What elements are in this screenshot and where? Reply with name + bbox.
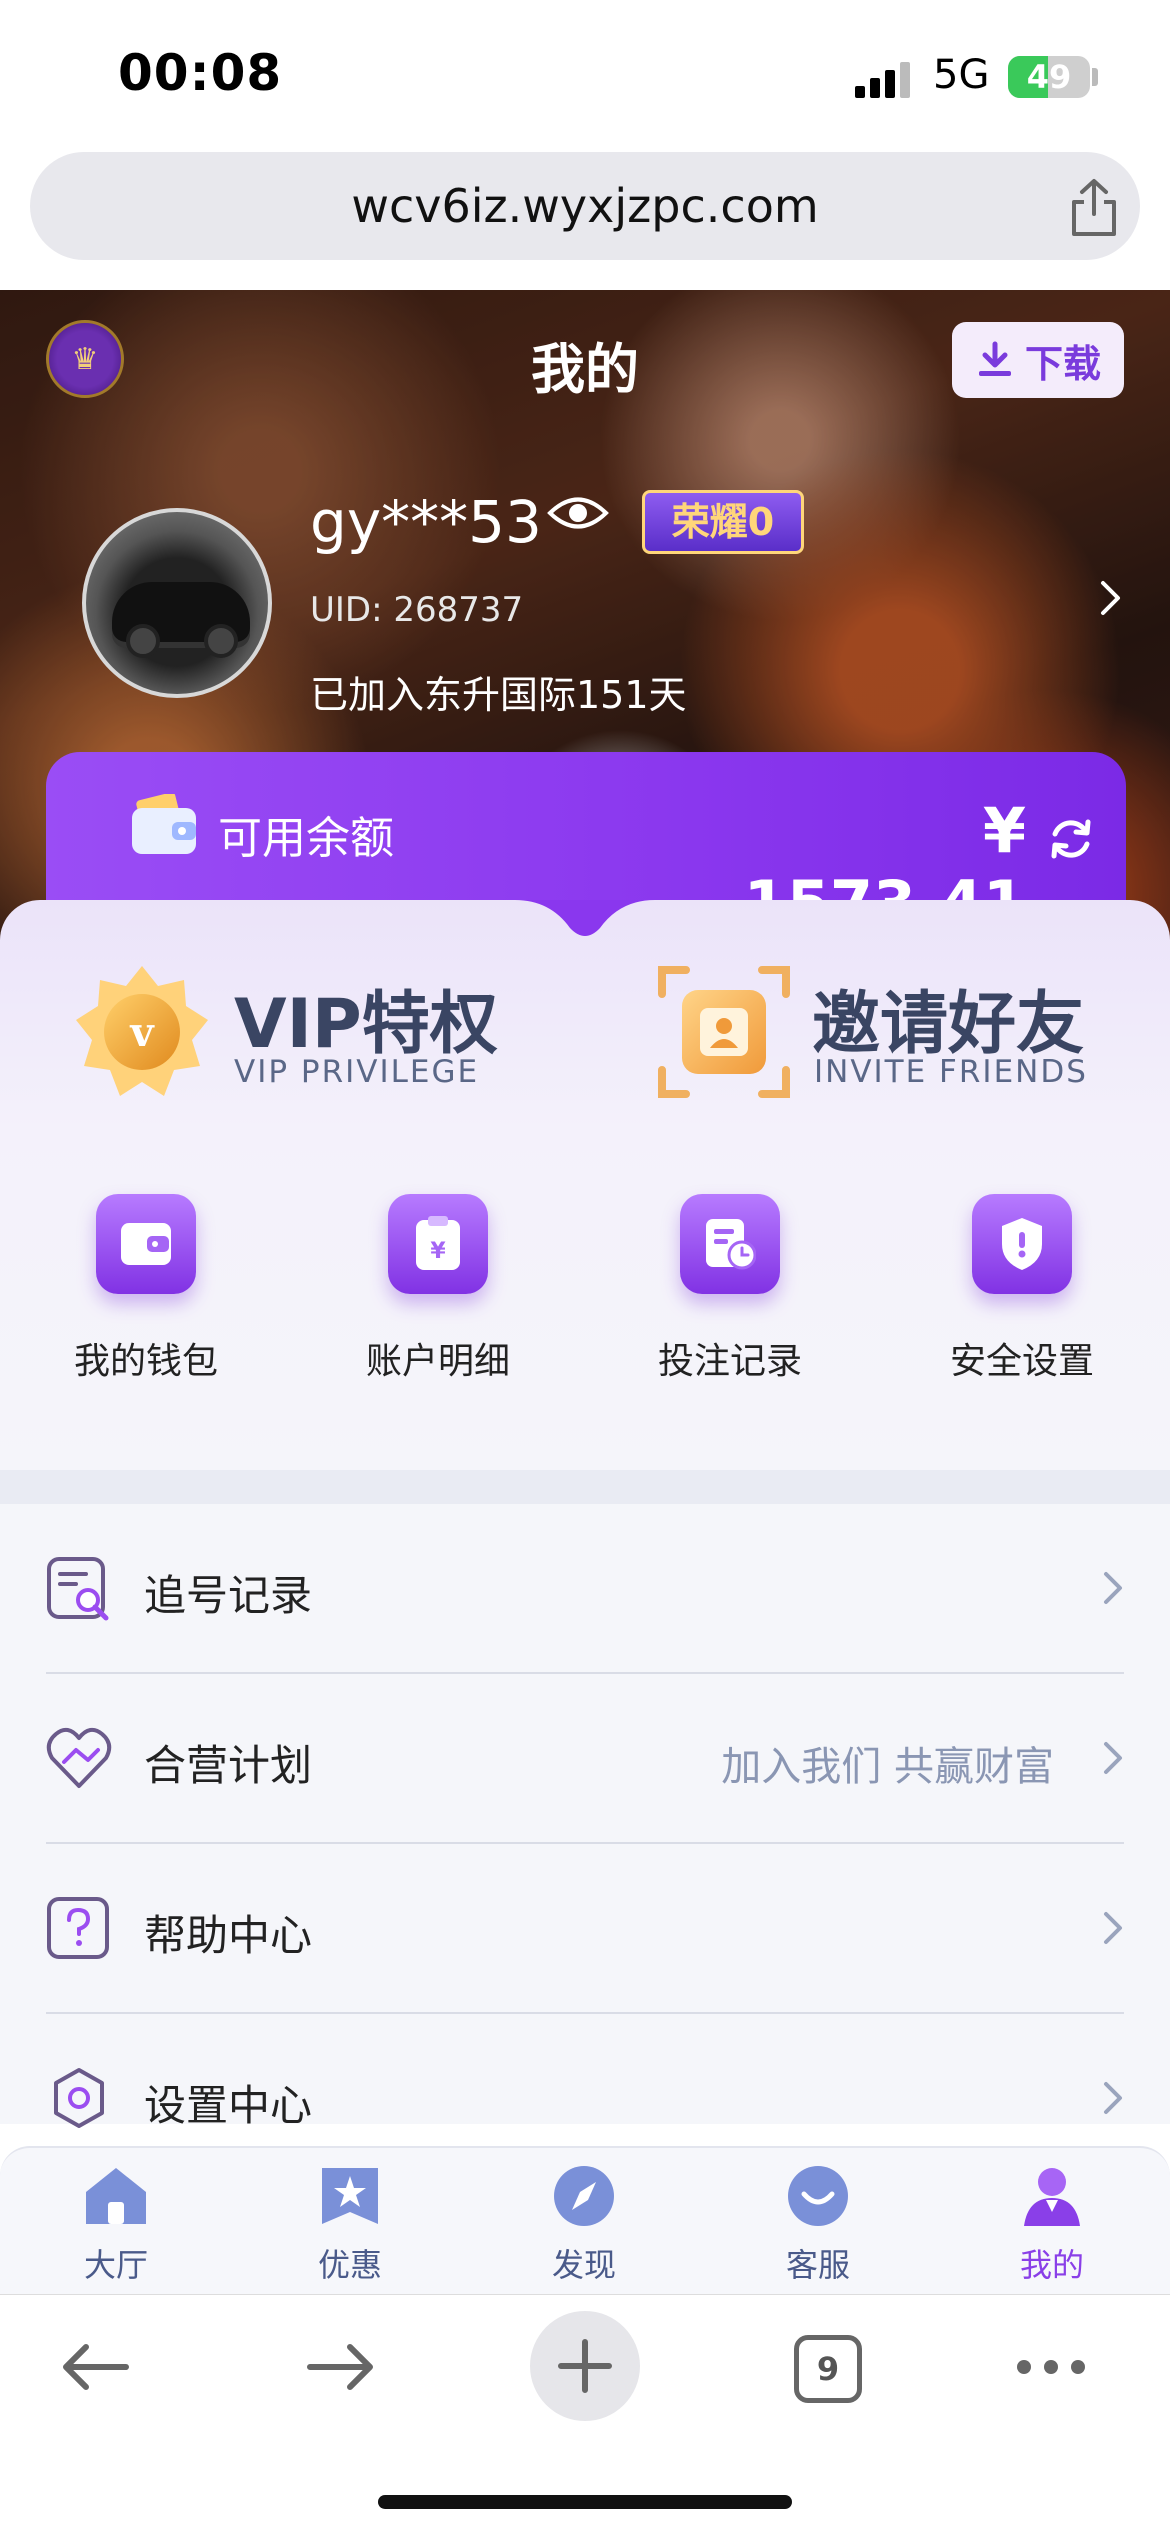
back-arrow-icon[interactable] (60, 2343, 130, 2391)
quick-action-label: 安全设置 (949, 1341, 1094, 1382)
bill-icon: ¥ (388, 1194, 488, 1294)
quick-action-label: 我的钱包 (73, 1341, 218, 1382)
panel-notch (515, 900, 655, 936)
joined-days: 已加入东升国际151天 (310, 673, 687, 717)
home-icon (86, 2168, 146, 2224)
menu-item-help-center[interactable]: 帮助中心 (46, 1844, 1124, 2014)
section-divider (0, 1470, 1170, 1504)
home-indicator (378, 2495, 792, 2509)
vip-privilege-title[interactable]: VIP特权 (234, 968, 498, 1067)
menu-item-label: 帮助中心 (144, 1911, 313, 1960)
tab-discover[interactable]: 发现 (514, 2164, 654, 2286)
tab-support[interactable]: 客服 (748, 2164, 888, 2286)
user-id: UID: 268737 (310, 590, 524, 630)
plus-icon (558, 2339, 612, 2393)
eye-icon[interactable] (546, 488, 610, 538)
user-icon (1024, 2168, 1080, 2226)
download-label: 下载 (1024, 341, 1101, 386)
address-bar[interactable]: wcv6iz.wyxjzpc.com (30, 152, 1140, 260)
svg-text:v: v (129, 1009, 155, 1056)
tab-lobby[interactable]: 大厅 (46, 2164, 186, 2286)
settings-list: 追号记录 合营计划 加入我们 共赢财富 帮助中心 设置中心 (0, 1504, 1170, 2130)
quick-action-label: 账户明细 (365, 1341, 510, 1382)
menu-item-partnership[interactable]: 合营计划 加入我们 共赢财富 (46, 1674, 1124, 1844)
download-icon (978, 341, 1011, 376)
partnership-icon (46, 1727, 112, 1788)
wallet-icon (96, 1194, 196, 1294)
menu-item-label: 合营计划 (144, 1741, 313, 1790)
invite-friends-subtitle: INVITE FRIENDS (814, 1054, 1088, 1090)
tabs-count-button[interactable]: 9 (794, 2335, 862, 2403)
search-record-icon (47, 1557, 109, 1621)
balance-card: 可用余额 ¥ 1573.41 (46, 752, 1126, 940)
shield-icon (972, 1194, 1072, 1294)
vip-medal-icon[interactable]: v (72, 962, 212, 1102)
bottom-tab-bar: 大厅 优惠 发现 客服 我的 (0, 2146, 1170, 2294)
quick-action-wallet[interactable]: 我的钱包 (56, 1194, 236, 1384)
invite-friends-icon[interactable] (656, 964, 792, 1100)
tab-label: 大厅 (83, 2246, 148, 2284)
chevron-right-icon (1104, 1572, 1122, 1604)
battery-icon: 49 (1008, 56, 1090, 98)
chevron-right-icon (1104, 1912, 1122, 1944)
forward-arrow-icon[interactable] (306, 2343, 376, 2391)
chevron-right-icon (1104, 2082, 1122, 2114)
battery-level: 49 (1026, 58, 1072, 96)
status-time: 00:08 (118, 44, 283, 102)
refresh-icon[interactable] (1046, 814, 1096, 864)
quick-action-security[interactable]: 安全设置 (932, 1194, 1112, 1384)
username: gy***53 (310, 488, 542, 556)
settings-icon (54, 2068, 104, 2128)
balance-label: 可用余额 (218, 813, 394, 864)
battery-nub (1092, 68, 1098, 86)
tab-label: 优惠 (317, 2246, 382, 2284)
quick-action-account-details[interactable]: ¥ 账户明细 (348, 1194, 528, 1384)
menu-item-value: 加入我们 共赢财富 (721, 1744, 1054, 1790)
browser-toolbar: 9 (0, 2294, 1170, 2532)
new-tab-button[interactable] (530, 2311, 640, 2421)
more-icon[interactable] (1016, 2359, 1086, 2375)
wallet-icon (132, 794, 196, 854)
record-icon (680, 1194, 780, 1294)
avatar[interactable] (82, 508, 272, 698)
url-text[interactable]: wcv6iz.wyxjzpc.com (30, 152, 1140, 260)
menu-item-chase-records[interactable]: 追号记录 (46, 1504, 1124, 1674)
help-icon (47, 1897, 109, 1959)
svg-text:¥: ¥ (430, 1239, 446, 1264)
tab-label: 发现 (551, 2246, 616, 2284)
support-icon (788, 2166, 848, 2226)
menu-item-label: 设置中心 (144, 2081, 313, 2130)
download-button[interactable]: 下载 (952, 322, 1124, 398)
signal-icon (855, 62, 910, 98)
tab-mine[interactable]: 我的 (982, 2164, 1122, 2286)
vip-privilege-subtitle: VIP PRIVILEGE (234, 1054, 480, 1090)
chevron-right-icon[interactable] (1098, 578, 1124, 618)
chevron-right-icon (1104, 1742, 1122, 1774)
invite-friends-title[interactable]: 邀请好友 (812, 968, 1084, 1067)
quick-action-bet-records[interactable]: 投注记录 (640, 1194, 820, 1384)
share-icon[interactable] (1066, 178, 1122, 238)
tab-label: 客服 (785, 2246, 850, 2284)
menu-item-label: 追号记录 (144, 1571, 313, 1620)
network-type: 5G (933, 52, 990, 98)
quick-action-label: 投注记录 (657, 1341, 802, 1382)
promo-icon (322, 2168, 378, 2224)
compass-icon (554, 2166, 614, 2226)
tab-label: 我的 (1019, 2246, 1084, 2284)
tab-promotions[interactable]: 优惠 (280, 2164, 420, 2286)
honor-badge: 荣耀0 (642, 490, 804, 554)
